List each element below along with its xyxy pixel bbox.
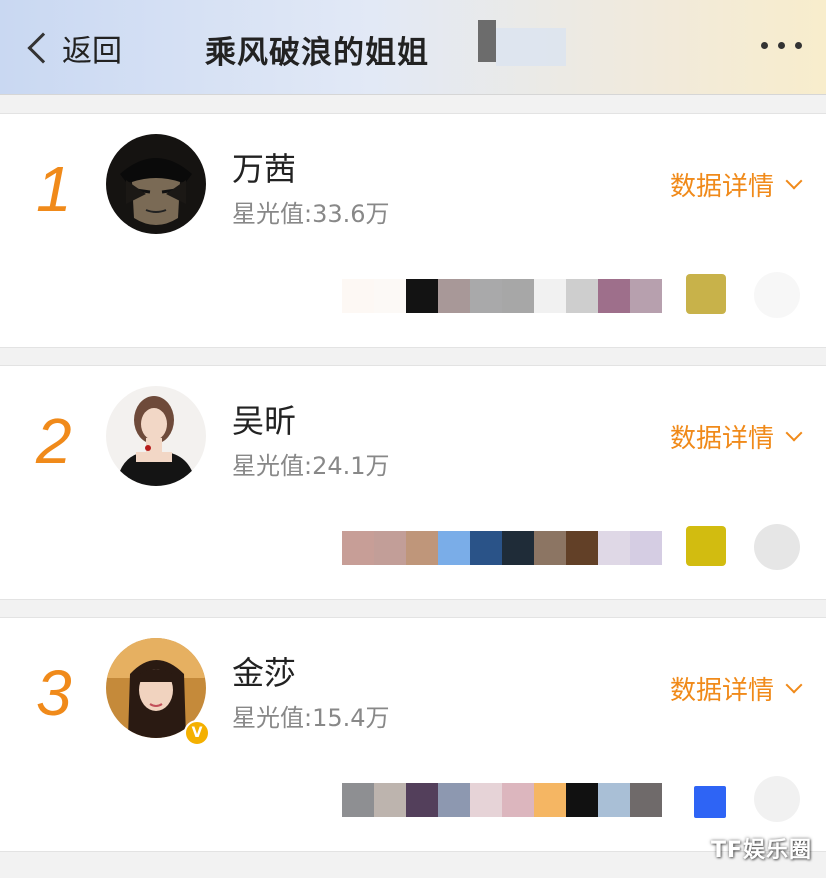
supporter-avatar[interactable] (694, 786, 726, 818)
supporter-avatar[interactable] (686, 526, 726, 566)
supporter-avatar[interactable] (374, 531, 406, 565)
supporter-avatar[interactable] (406, 783, 438, 817)
back-button[interactable]: 返回 (22, 26, 122, 70)
star-value: 星光值:15.4万 (232, 704, 390, 732)
page-title: 乘风破浪的姐姐 (205, 35, 429, 71)
supporter-avatar[interactable] (438, 783, 470, 817)
supporter-avatar[interactable] (598, 783, 630, 817)
supporter-avatar[interactable] (438, 279, 470, 313)
avatar[interactable] (106, 134, 206, 234)
contestant-name: 金莎 (232, 654, 297, 692)
chevron-left-icon (27, 32, 59, 64)
supporter-avatar[interactable] (754, 272, 800, 318)
supporter-avatar[interactable] (406, 531, 438, 565)
data-details-label: 数据详情 (669, 676, 774, 706)
supporter-avatar[interactable] (630, 531, 662, 565)
contestant-name: 万茜 (232, 150, 297, 188)
supporter-avatar[interactable] (534, 783, 566, 817)
star-value: 星光值:24.1万 (232, 452, 390, 480)
watermark: TF娱乐圈 (710, 838, 812, 863)
supporter-avatar[interactable] (754, 776, 800, 822)
data-details-button[interactable]: 数据详情 (669, 670, 803, 707)
data-details-label: 数据详情 (669, 424, 774, 454)
back-label: 返回 (62, 34, 122, 69)
chevron-down-icon (785, 172, 803, 189)
supporter-avatar[interactable] (754, 524, 800, 570)
supporter-avatar[interactable] (566, 279, 598, 313)
supporter-avatar[interactable] (534, 531, 566, 565)
supporter-avatar-strip (342, 783, 662, 817)
list-item[interactable]: 3 V 金莎 星光值:15.4万 数据详情 (0, 617, 826, 852)
supporter-avatar[interactable] (598, 531, 630, 565)
list-item[interactable]: 1 万茜 星光值:33.6万 数据详情 (0, 113, 826, 348)
nav-header: 返回 乘风破浪的姐姐 (0, 0, 826, 95)
supporter-avatar[interactable] (598, 279, 630, 313)
list-item[interactable]: 2 吴昕 星光值:24.1万 数据详情 (0, 365, 826, 600)
supporter-avatar-strip (342, 531, 662, 565)
avatar[interactable] (106, 386, 206, 486)
supporter-avatar[interactable] (470, 783, 502, 817)
supporter-avatar[interactable] (534, 279, 566, 313)
supporter-avatar[interactable] (342, 279, 374, 313)
chevron-down-icon (785, 676, 803, 693)
supporter-avatar[interactable] (342, 531, 374, 565)
rank-number: 2 (36, 405, 72, 477)
supporter-avatar[interactable] (566, 531, 598, 565)
verified-badge-icon: V (184, 720, 210, 746)
supporter-avatar[interactable] (374, 783, 406, 817)
supporter-avatar[interactable] (630, 279, 662, 313)
supporter-avatar-strip (342, 279, 662, 313)
supporter-avatar[interactable] (438, 531, 470, 565)
supporter-avatar[interactable] (686, 274, 726, 314)
rank-number: 1 (36, 153, 72, 225)
supporter-avatar[interactable] (502, 279, 534, 313)
supporter-avatar[interactable] (374, 279, 406, 313)
supporter-avatar[interactable] (566, 783, 598, 817)
contestant-name: 吴昕 (232, 402, 297, 440)
rank-number: 3 (36, 657, 72, 729)
supporter-avatar[interactable] (342, 783, 374, 817)
data-details-button[interactable]: 数据详情 (669, 418, 803, 455)
supporter-avatar[interactable] (630, 783, 662, 817)
title-redaction (478, 20, 496, 62)
supporter-avatar[interactable] (470, 279, 502, 313)
chevron-down-icon (785, 424, 803, 441)
title-redaction-fade (496, 28, 566, 66)
more-dots-icon[interactable] (761, 42, 802, 49)
star-value: 星光值:33.6万 (232, 200, 390, 228)
supporter-avatar[interactable] (406, 279, 438, 313)
supporter-avatar[interactable] (502, 783, 534, 817)
data-details-label: 数据详情 (669, 172, 774, 202)
data-details-button[interactable]: 数据详情 (669, 166, 803, 203)
supporter-avatar[interactable] (502, 531, 534, 565)
supporter-avatar[interactable] (470, 531, 502, 565)
